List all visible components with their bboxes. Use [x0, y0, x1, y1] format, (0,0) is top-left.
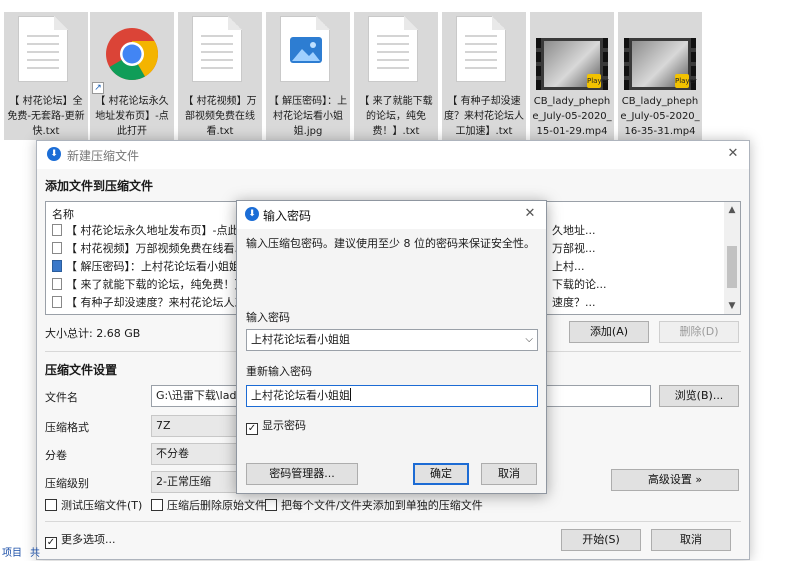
- file-icon: [52, 242, 62, 254]
- close-icon[interactable]: ✕: [520, 205, 540, 223]
- file-name: 【 村花论坛】全免费-无套路-更新快.txt: [7, 96, 85, 137]
- total-size: 大小总计: 2.68 GB: [45, 327, 141, 340]
- delete-source-checkbox[interactable]: 压缩后删除原始文件: [151, 499, 266, 513]
- list-item-detail: 万部视...: [552, 242, 596, 255]
- file-icon: [52, 224, 62, 236]
- text-file-icon: [192, 16, 242, 82]
- list-item[interactable]: 【 解压密码】：上村花论坛看小姐姐.jpg: [52, 258, 261, 276]
- show-password-checkbox[interactable]: ✓ 显示密码: [246, 419, 306, 435]
- checked-icon[interactable]: ✓: [246, 423, 258, 435]
- format-select[interactable]: 7Z: [151, 415, 241, 437]
- list-item-detail: 久地址...: [552, 224, 596, 237]
- list-item-detail: 下载的论...: [552, 278, 607, 291]
- checkbox-box[interactable]: [151, 499, 163, 511]
- advanced-settings-button[interactable]: 高级设置 »: [611, 469, 739, 491]
- chrome-icon: [106, 28, 158, 80]
- divider: [45, 521, 741, 522]
- file-item[interactable]: Player CB_lady_phephe_July-05-2020_15-01…: [530, 12, 614, 140]
- scroll-thumb[interactable]: [727, 246, 737, 288]
- file-item[interactable]: ↗ 【 村花论坛永久地址发布页】-点此打开: [90, 12, 174, 140]
- file-name: 【 解压密码】：上村花论坛看小姐姐.jpg: [268, 96, 348, 137]
- list-scrollbar[interactable]: ▲ ▼: [724, 202, 740, 314]
- enter-password-label: 输入密码: [246, 311, 290, 324]
- checked-icon[interactable]: ✓: [45, 537, 57, 549]
- file-manager-area: 【 村花论坛】全免费-无套路-更新快.txt ↗ 【 村花论坛永久地址发布页】-…: [0, 0, 800, 150]
- level-label: 压缩级别: [45, 477, 89, 490]
- file-name: CB_lady_phephe_July-05-2020_16-35-31.mp4: [620, 96, 700, 137]
- video-thumbnail-icon: Player: [624, 38, 697, 90]
- video-thumbnail-icon: Player: [536, 38, 609, 90]
- password-manager-button[interactable]: 密码管理器...: [246, 463, 358, 485]
- test-archive-checkbox[interactable]: 测试压缩文件(T): [45, 499, 142, 513]
- chevron-down-icon[interactable]: ⌵: [525, 330, 533, 350]
- file-icon: [52, 278, 62, 290]
- close-icon[interactable]: ✕: [723, 145, 743, 163]
- list-item[interactable]: 【 村花论坛永久地址发布页】-点此打开: [52, 222, 260, 240]
- list-item-detail: 上村...: [552, 260, 585, 273]
- text-file-icon: [368, 16, 418, 82]
- cancel-button[interactable]: 取消: [651, 529, 731, 551]
- shortcut-arrow-icon: ↗: [92, 82, 104, 94]
- file-item[interactable]: 【 村花论坛】全免费-无套路-更新快.txt: [4, 12, 88, 140]
- file-name: 【 村花论坛永久地址发布页】-点此打开: [95, 96, 169, 137]
- browse-button[interactable]: 浏览(B)...: [659, 385, 739, 407]
- file-item[interactable]: Player CB_lady_phephe_July-05-2020_16-35…: [618, 12, 702, 140]
- file-item[interactable]: 【 村花视频】万部视频免费在线看.txt: [178, 12, 262, 140]
- text-caret: [350, 388, 351, 401]
- separate-archives-checkbox[interactable]: 把每个文件/文件夹添加到单独的压缩文件: [265, 499, 483, 513]
- delete-button[interactable]: 删除(D): [659, 321, 739, 343]
- window-titlebar: ⬇ 新建压缩文件 ✕: [37, 141, 749, 169]
- volume-label: 分卷: [45, 449, 67, 462]
- file-name: 【 来了就能下载的论坛，纯免费！】.txt: [359, 96, 433, 137]
- password-hint: 输入压缩包密码。建议使用至少 8 位的密码来保证安全性。: [246, 237, 535, 250]
- section-add-files: 添加文件到压缩文件: [45, 179, 154, 193]
- reenter-password-label: 重新输入密码: [246, 365, 312, 378]
- list-item-detail: 速度？...: [552, 296, 596, 309]
- scroll-up-icon[interactable]: ▲: [724, 202, 740, 218]
- section-settings: 压缩文件设置: [45, 363, 118, 377]
- dialog-cancel-button[interactable]: 取消: [481, 463, 537, 485]
- image-file-icon: [280, 16, 330, 82]
- checkbox-box[interactable]: [45, 499, 57, 511]
- list-item[interactable]: 【 来了就能下载的论坛，纯免费！】.txt: [52, 276, 264, 294]
- ok-button[interactable]: 确定: [413, 463, 469, 485]
- scroll-down-icon[interactable]: ▼: [724, 298, 740, 314]
- add-button[interactable]: 添加(A): [569, 321, 649, 343]
- status-fragment: 项目: [2, 548, 22, 559]
- format-label: 压缩格式: [45, 421, 89, 434]
- file-name: 【 有种子却没速度？来村花论坛人工加速】.txt: [444, 96, 524, 137]
- list-item[interactable]: 【 村花视频】万部视频免费在线看.txt: [52, 240, 253, 258]
- level-select[interactable]: 2-正常压缩: [151, 471, 241, 493]
- image-file-icon: [52, 260, 62, 272]
- player-badge-icon: Player: [675, 74, 697, 88]
- start-button[interactable]: 开始(S): [561, 529, 641, 551]
- column-header-name[interactable]: 名称: [52, 206, 74, 222]
- volume-select[interactable]: 不分卷: [151, 443, 241, 465]
- more-options-checkbox[interactable]: ✓ 更多选项...: [45, 533, 116, 549]
- dialog-titlebar: ⬇ 输入密码 ✕: [237, 201, 546, 229]
- app-logo-icon: ⬇: [47, 147, 61, 161]
- file-name: 【 村花视频】万部视频免费在线看.txt: [183, 96, 257, 137]
- password-dialog: ⬇ 输入密码 ✕ 输入压缩包密码。建议使用至少 8 位的密码来保证安全性。 输入…: [236, 200, 547, 494]
- text-file-icon: [18, 16, 68, 82]
- text-file-icon: [456, 16, 506, 82]
- file-item[interactable]: 【 有种子却没速度？来村花论坛人工加速】.txt: [442, 12, 526, 140]
- password-combobox[interactable]: 上村花论坛看小姐姐 ⌵: [246, 329, 538, 351]
- dialog-title: 输入密码: [263, 209, 312, 223]
- window-title: 新建压缩文件: [67, 149, 140, 163]
- status-fragment: 共: [30, 548, 40, 559]
- app-logo-icon: ⬇: [245, 207, 259, 221]
- checkbox-box[interactable]: [265, 499, 277, 511]
- file-name: CB_lady_phephe_July-05-2020_15-01-29.mp4: [532, 96, 612, 137]
- reenter-password-field[interactable]: 上村花论坛看小姐姐: [246, 385, 538, 407]
- file-item[interactable]: 【 解压密码】：上村花论坛看小姐姐.jpg: [266, 12, 350, 140]
- file-icon: [52, 296, 62, 308]
- player-badge-icon: Player: [587, 74, 609, 88]
- file-item[interactable]: 【 来了就能下载的论坛，纯免费！】.txt: [354, 12, 438, 140]
- filename-label: 文件名: [45, 391, 78, 404]
